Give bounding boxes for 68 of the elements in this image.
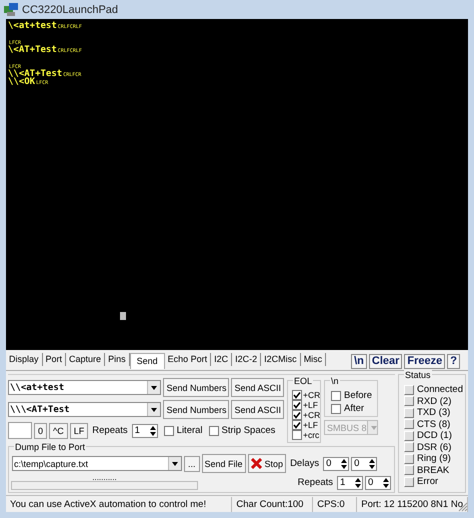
repeats-label: Repeats — [298, 477, 334, 488]
checkbox[interactable]: Literal — [164, 425, 203, 436]
toolbar-button[interactable]: Clear — [368, 354, 402, 368]
checkbox[interactable]: +crc — [292, 430, 317, 440]
status-label: DSR (6) — [417, 442, 452, 453]
tab[interactable]: I2C-2 — [232, 353, 262, 366]
browse-button[interactable]: ... — [184, 456, 200, 472]
checkbox[interactable]: +LF — [292, 400, 317, 410]
status-label: BREAK — [417, 464, 450, 476]
repeats-spinner[interactable]: 0 — [365, 476, 392, 490]
window-title: CC3220LaunchPad — [22, 4, 118, 16]
progress-text: ........... — [92, 475, 117, 481]
send-button[interactable]: Send Numbers — [163, 378, 230, 397]
repeats-label: Repeats — [92, 425, 128, 436]
toolbar-button[interactable]: Freeze — [404, 354, 446, 368]
status-bar-field: Char Count:100 — [232, 496, 314, 512]
tab[interactable]: Display — [6, 353, 43, 366]
status-bar-field: CPS:0 — [313, 496, 358, 512]
tab[interactable]: Send — [130, 353, 165, 369]
group-title: Status — [404, 370, 432, 380]
status-label: Error — [417, 476, 438, 488]
status-bar-field: Port: 12 115200 8N1 No — [357, 496, 468, 512]
delays-label: Delays — [290, 458, 320, 469]
status-label: TXD (3) — [417, 407, 450, 418]
send-combo[interactable]: \\<at+test — [8, 380, 162, 395]
stop-button[interactable]: Stop — [248, 454, 286, 473]
tab[interactable]: I2C — [211, 353, 232, 366]
checkbox[interactable]: +LF — [292, 420, 317, 430]
status-bar-field: You can use ActiveX automation to control me! — [6, 496, 232, 512]
send-button[interactable]: Send ASCII — [231, 378, 284, 397]
status-label: RXD (2) — [417, 396, 452, 407]
checkbox[interactable]: After — [331, 403, 374, 414]
key-button[interactable]: 0 — [34, 422, 48, 438]
toolbar-button[interactable]: ? — [447, 354, 460, 368]
send-combo[interactable]: \\\<AT+Test — [8, 402, 162, 417]
toolbar-button[interactable]: \n — [351, 354, 367, 368]
terminal-text: \\<OK — [8, 78, 36, 86]
tab[interactable]: I2CMisc — [261, 353, 301, 366]
text-cursor — [120, 312, 126, 320]
tab[interactable]: Port — [42, 353, 66, 366]
status-label: DCD (1) — [417, 430, 452, 442]
group-title: EOL — [293, 376, 314, 386]
input-field[interactable] — [8, 422, 32, 439]
terminal-text: \\<AT+Test — [8, 70, 62, 78]
terminal-text: \<AT+Test — [8, 46, 57, 54]
status-label: Ring (9) — [417, 453, 451, 464]
checkbox[interactable]: Strip Spaces — [208, 425, 276, 436]
key-button[interactable]: LF — [70, 422, 88, 438]
status-label: Connected — [417, 384, 463, 396]
repeats-spinner[interactable]: 1 — [337, 476, 364, 490]
tab[interactable]: Misc — [300, 353, 326, 366]
repeats-spinner[interactable]: 1 — [132, 424, 158, 438]
file-path-combo[interactable]: c:\temp\capture.txt — [12, 456, 182, 471]
checkbox[interactable]: Before — [331, 390, 374, 401]
status-label: CTS (8) — [417, 418, 450, 430]
app-icon — [4, 3, 18, 16]
key-button[interactable]: ^C — [49, 422, 68, 438]
group-title: Dump File to Port — [14, 442, 86, 452]
send-file-button[interactable]: Send File — [202, 454, 246, 473]
tab[interactable]: Capture — [66, 353, 106, 366]
terminal-text: \<at+test — [8, 22, 57, 30]
delay-spinner[interactable]: 0 — [323, 456, 350, 470]
tab[interactable]: Echo Port — [164, 353, 212, 366]
group-title: \n — [330, 376, 340, 386]
send-button[interactable]: Send Numbers — [163, 400, 230, 419]
delay-spinner[interactable]: 0 — [351, 456, 378, 470]
send-button[interactable]: Send ASCII — [231, 400, 284, 419]
close-icon — [250, 458, 262, 469]
